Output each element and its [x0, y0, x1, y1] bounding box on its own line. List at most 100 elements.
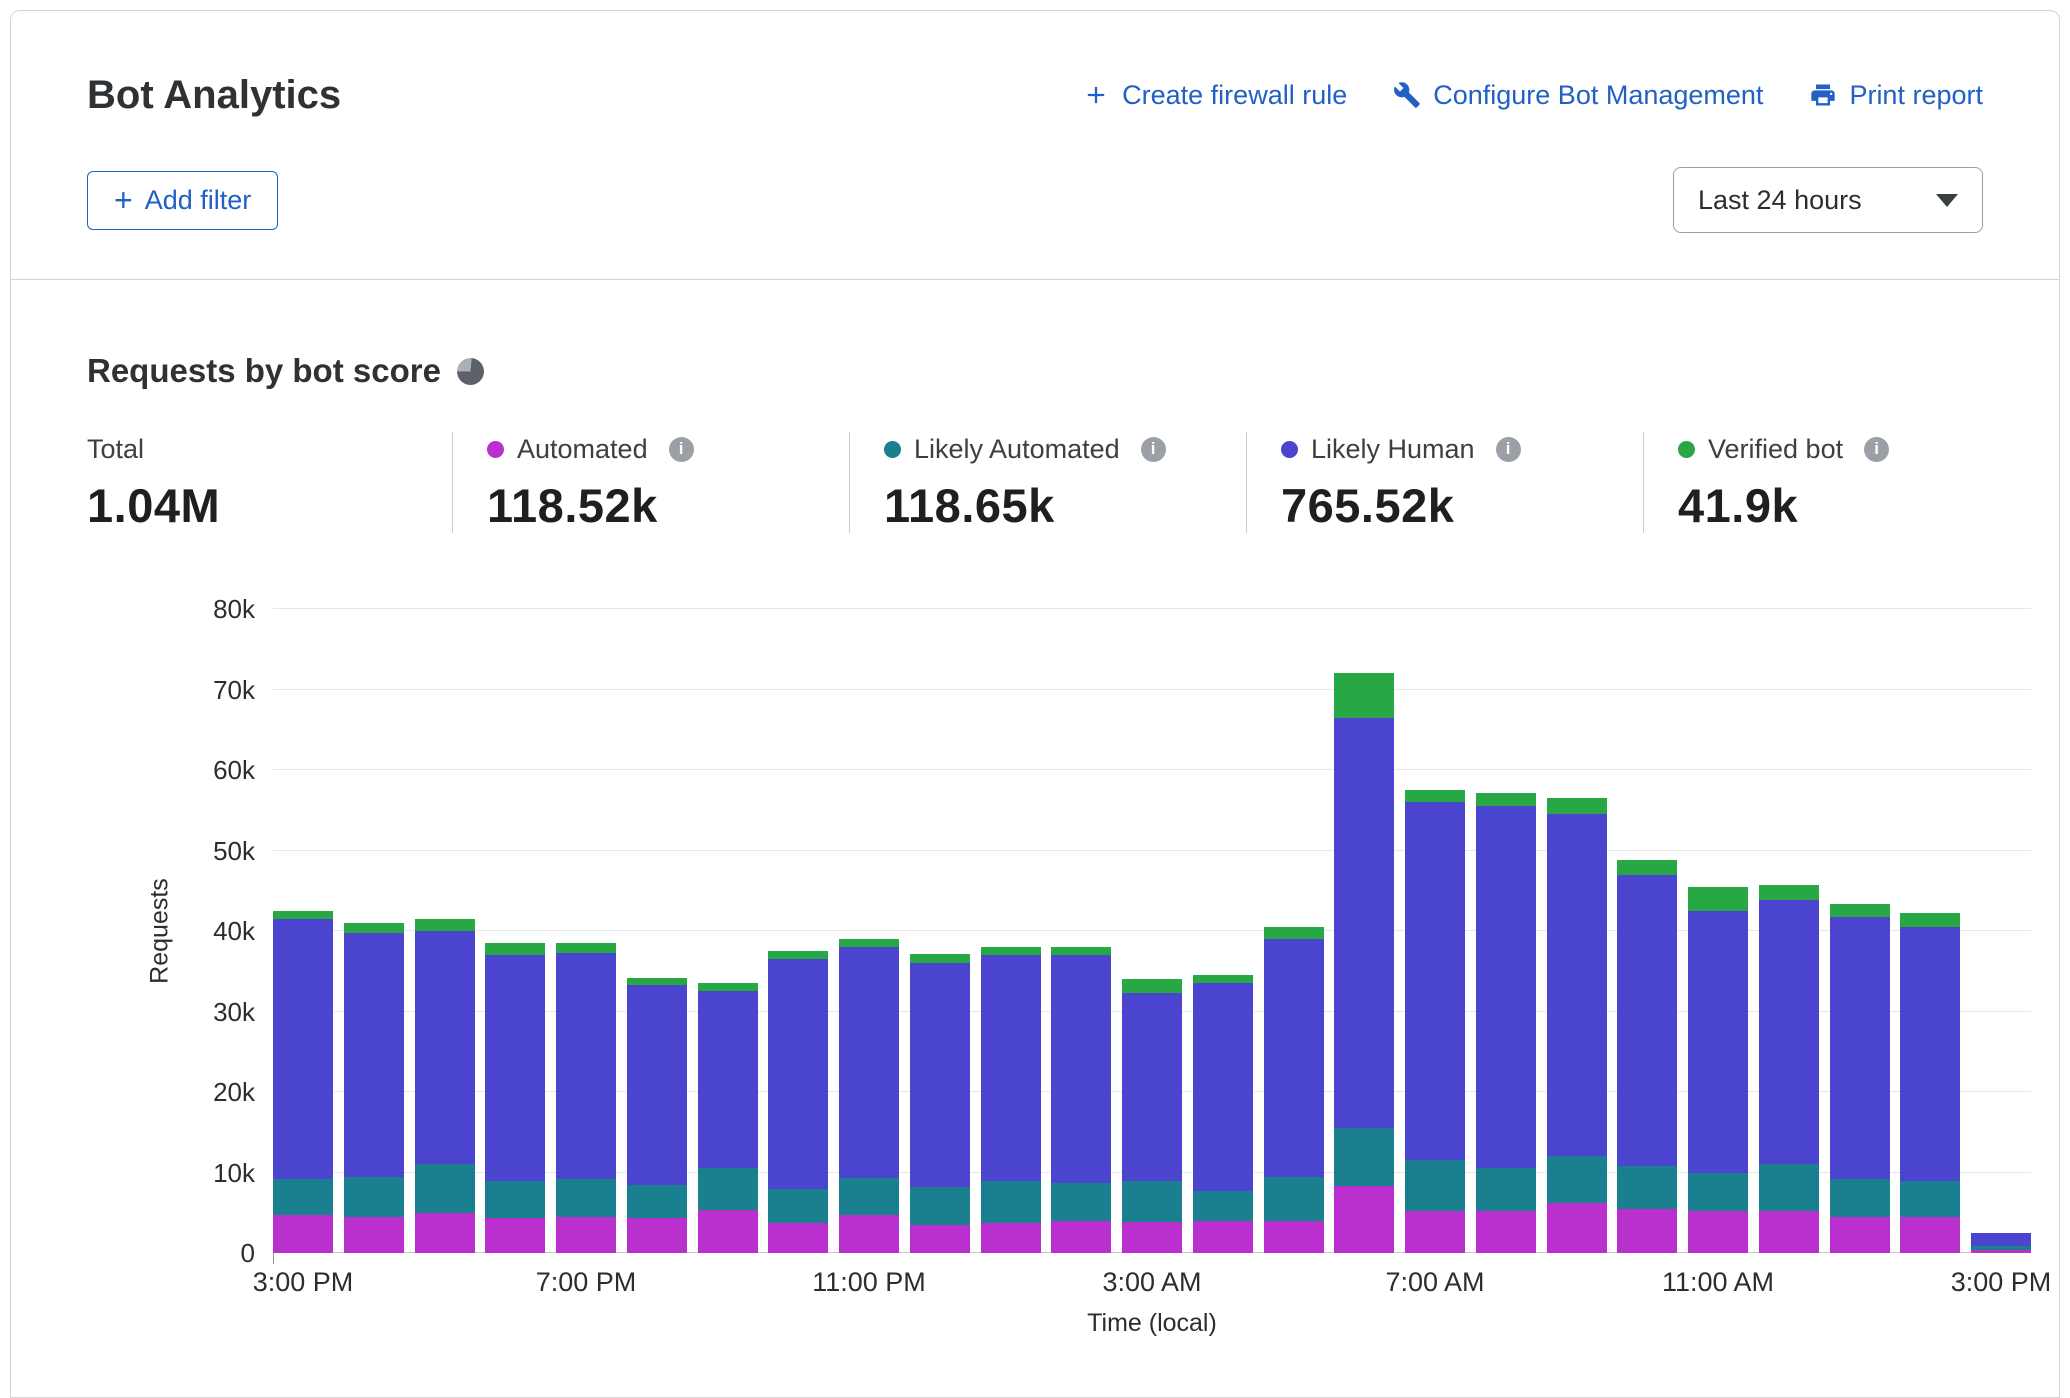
y-tick-label: 60k	[213, 756, 255, 784]
y-tick-label: 70k	[213, 676, 255, 704]
stacked-bar-10-00-am[interactable]	[1617, 860, 1677, 1253]
stat-total-value: 1.04M	[87, 478, 432, 533]
configure-bot-management-label: Configure Bot Management	[1433, 80, 1763, 111]
bar-segment-verified-bot	[910, 954, 970, 964]
bar-segment-likely-human	[1193, 983, 1253, 1191]
bar-segment-automated	[556, 1217, 616, 1253]
bar-segment-automated	[1688, 1211, 1748, 1253]
bar-segment-likely-automated	[1405, 1160, 1465, 1211]
stacked-bar-11-00-am[interactable]	[1688, 887, 1748, 1253]
bar-segment-verified-bot	[1830, 904, 1890, 916]
stat-verified-bot-label-row: Verified bot i	[1678, 432, 1889, 466]
page-title: Bot Analytics	[87, 71, 341, 119]
time-range-select[interactable]: Last 24 hours	[1673, 167, 1983, 233]
bar-segment-likely-human	[910, 963, 970, 1187]
bar-segment-likely-automated	[1051, 1183, 1111, 1221]
gridline	[273, 608, 2031, 609]
stacked-bar-6-00-pm[interactable]	[485, 943, 545, 1253]
stat-likely-automated-label-row: Likely Automated i	[884, 432, 1226, 466]
stacked-bar-12-00-am[interactable]	[910, 954, 970, 1253]
y-tick-label: 20k	[213, 1078, 255, 1106]
x-tick-label: 11:00 AM	[1662, 1267, 1774, 1298]
bar-segment-likely-human	[1405, 802, 1465, 1160]
y-tick-label: 80k	[213, 595, 255, 623]
stacked-bar-5-00-am[interactable]	[1264, 927, 1324, 1253]
gridline	[273, 769, 2031, 770]
bar-segment-automated	[344, 1217, 404, 1253]
stacked-bar-7-00-pm[interactable]	[556, 943, 616, 1253]
plot-area	[273, 609, 2031, 1253]
bar-segment-verified-bot	[1617, 860, 1677, 874]
bar-segment-likely-automated	[1193, 1191, 1253, 1221]
stacked-bar-9-00-am[interactable]	[1547, 798, 1607, 1253]
bar-segment-likely-human	[981, 955, 1041, 1180]
bar-segment-likely-automated	[1334, 1128, 1394, 1186]
bar-segment-automated	[1759, 1211, 1819, 1253]
stat-likely-human: Likely Human i 765.52k	[1246, 432, 1643, 533]
stacked-bar-10-00-pm[interactable]	[768, 951, 828, 1253]
bar-segment-automated	[273, 1215, 333, 1253]
stacked-bar-4-00-pm[interactable]	[344, 923, 404, 1253]
info-icon[interactable]: i	[1864, 437, 1889, 462]
create-firewall-rule-link[interactable]: Create firewall rule	[1082, 80, 1347, 111]
stacked-bar-7-00-am[interactable]	[1405, 790, 1465, 1253]
bar-segment-verified-bot	[1900, 913, 1960, 927]
stacked-bar-9-00-pm[interactable]	[698, 983, 758, 1253]
stacked-bar-2-00-pm[interactable]	[1900, 913, 1960, 1253]
bar-segment-likely-automated	[1830, 1179, 1890, 1217]
stat-likely-human-label-row: Likely Human i	[1281, 432, 1623, 466]
x-tick-label: 7:00 PM	[536, 1267, 637, 1298]
add-filter-button[interactable]: + Add filter	[87, 171, 278, 230]
configure-bot-management-link[interactable]: Configure Bot Management	[1393, 80, 1763, 111]
info-icon[interactable]: i	[669, 437, 694, 462]
bar-segment-likely-automated	[1688, 1173, 1748, 1212]
stacked-bar-8-00-am[interactable]	[1476, 793, 1536, 1253]
stacked-bar-2-00-am[interactable]	[1051, 947, 1111, 1253]
plus-icon	[1082, 81, 1110, 109]
bar-segment-likely-automated	[344, 1177, 404, 1217]
stat-automated: Automated i 118.52k	[452, 432, 849, 533]
legend-dot-automated	[487, 441, 504, 458]
stacked-bar-5-00-pm[interactable]	[415, 919, 475, 1253]
bar-segment-likely-automated	[1476, 1168, 1536, 1211]
legend-dot-verified-bot	[1678, 441, 1695, 458]
bar-segment-automated	[1900, 1217, 1960, 1253]
bar-segment-likely-automated	[485, 1181, 545, 1219]
bar-segment-likely-human	[768, 959, 828, 1188]
bar-segment-verified-bot	[1547, 798, 1607, 814]
bar-segment-verified-bot	[344, 923, 404, 933]
stacked-bar-8-00-pm[interactable]	[627, 978, 687, 1253]
x-tick-label: 3:00 PM	[253, 1267, 354, 1298]
x-tick-label: 3:00 PM	[1951, 1267, 2052, 1298]
print-report-link[interactable]: Print report	[1809, 80, 1983, 111]
filter-row: + Add filter Last 24 hours	[87, 167, 1983, 233]
stacked-bar-12-00-pm[interactable]	[1759, 885, 1819, 1253]
bar-segment-verified-bot	[839, 939, 899, 947]
bar-segment-verified-bot	[1122, 979, 1182, 993]
bar-segment-automated	[910, 1225, 970, 1253]
stacked-bar-3-00-am[interactable]	[1122, 979, 1182, 1253]
bar-segment-automated	[1830, 1217, 1890, 1253]
stacked-bar-4-00-am[interactable]	[1193, 975, 1253, 1253]
wrench-icon	[1393, 81, 1421, 109]
stacked-bar-6-00-am[interactable]	[1334, 673, 1394, 1253]
stat-verified-bot-value: 41.9k	[1678, 478, 1889, 533]
bar-segment-automated	[1051, 1221, 1111, 1253]
stacked-bar-1-00-am[interactable]	[981, 947, 1041, 1253]
bar-segment-automated	[981, 1223, 1041, 1253]
bar-segment-likely-human	[1547, 814, 1607, 1156]
stacked-bar-3-00-pm[interactable]	[1971, 1233, 2031, 1253]
stacked-bar-3-00-pm[interactable]	[273, 911, 333, 1253]
bar-segment-likely-human	[1334, 718, 1394, 1129]
stacked-bar-1-00-pm[interactable]	[1830, 904, 1890, 1253]
stat-likely-automated-label: Likely Automated	[914, 434, 1120, 465]
info-icon[interactable]: i	[1141, 437, 1166, 462]
info-icon[interactable]: i	[1496, 437, 1521, 462]
stacked-bar-11-00-pm[interactable]	[839, 939, 899, 1253]
bar-segment-likely-human	[1122, 993, 1182, 1181]
stat-automated-value: 118.52k	[487, 478, 829, 533]
bar-segment-verified-bot	[1051, 947, 1111, 955]
bar-segment-verified-bot	[415, 919, 475, 931]
print-report-label: Print report	[1849, 80, 1983, 111]
bar-segment-likely-human	[1264, 939, 1324, 1176]
